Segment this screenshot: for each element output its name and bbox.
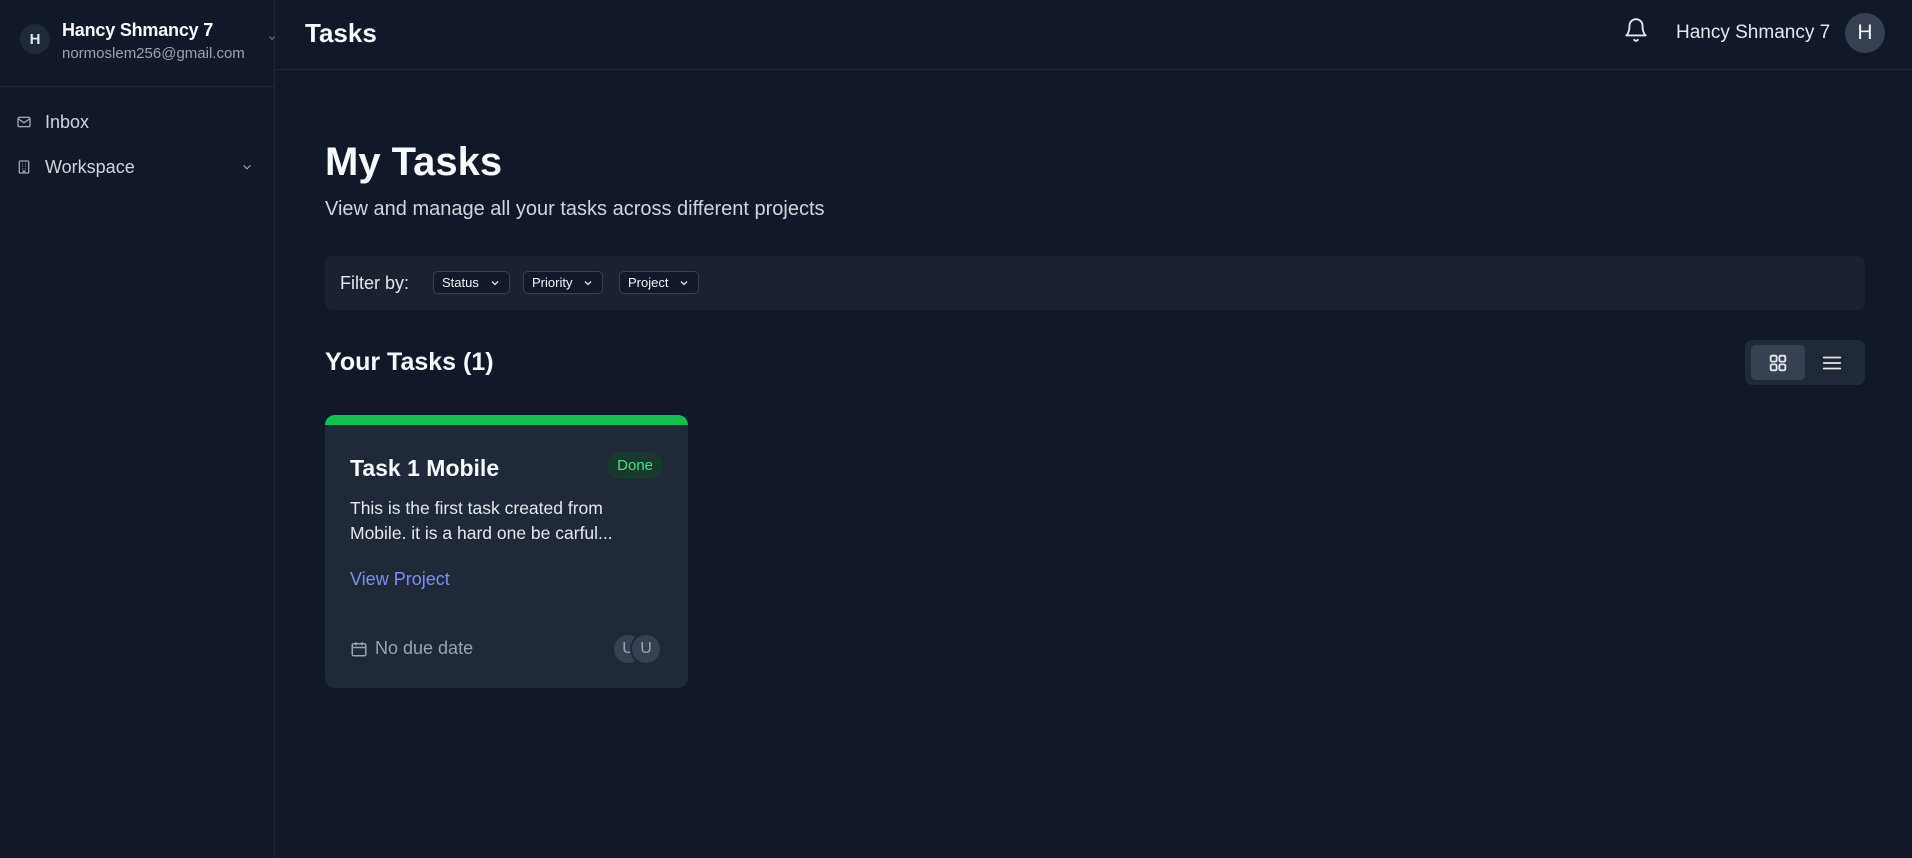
chevron-down-icon (681, 280, 688, 285)
due-date: No due date (350, 638, 473, 659)
task-title: Task 1 Mobile (350, 455, 500, 481)
task-description: This is the first task created from Mobi… (350, 498, 613, 543)
list-icon (1822, 356, 1842, 369)
filter-bar: Filter by: Status Priority Project (325, 256, 1865, 310)
chevron-down-icon[interactable] (240, 160, 254, 174)
chevron-down-icon (491, 280, 499, 285)
building-icon (18, 160, 30, 174)
view-project-link[interactable]: View Project (350, 569, 450, 590)
header-title: Tasks (305, 18, 377, 48)
status-filter-select[interactable]: Status (433, 271, 510, 294)
sidebar-item-label: Inbox (45, 111, 90, 132)
task-card[interactable]: Task 1 Mobile Done This is the first tas… (325, 415, 688, 688)
priority-filter-select[interactable]: Priority (523, 271, 604, 294)
avatar[interactable]: H (1845, 13, 1885, 53)
account-avatar: H (20, 24, 50, 54)
filter-label: Filter by: (340, 273, 410, 293)
chevron-down-icon (269, 36, 275, 41)
project-filter-select[interactable]: Project (619, 271, 700, 294)
calendar-icon (351, 641, 367, 656)
chevron-down-icon (585, 280, 592, 285)
tasks-heading: Your Tasks (1) (325, 348, 494, 376)
sidebar-item-label: Workspace (45, 156, 135, 177)
account-email: normoslem256@gmail.com (62, 45, 245, 62)
priority-filter-label: Priority (532, 275, 573, 290)
page-subtitle: View and manage all your tasks across di… (325, 198, 825, 220)
top-header: Tasks Hancy Shmancy 7 H (276, 0, 1912, 70)
grid-view-button[interactable] (1751, 345, 1805, 380)
header-user-name[interactable]: Hancy Shmancy 7 (1676, 22, 1830, 44)
sidebar: H Hancy Shmancy 7 normoslem256@gmail.com… (0, 0, 275, 858)
due-date-text: No due date (375, 638, 474, 658)
sidebar-item-workspace[interactable]: Workspace (0, 147, 275, 187)
assignee-stack: U U (612, 633, 664, 665)
grid-icon (1769, 354, 1787, 371)
status-color-bar (325, 415, 688, 425)
mail-icon (17, 116, 31, 128)
project-filter-label: Project (628, 275, 669, 290)
bell-icon[interactable] (1623, 17, 1649, 43)
account-name: Hancy Shmancy 7 (62, 20, 214, 40)
view-toggle (1745, 340, 1865, 385)
status-badge: Done (607, 452, 663, 479)
account-switcher[interactable]: H Hancy Shmancy 7 normoslem256@gmail.com (0, 0, 275, 87)
sidebar-item-inbox[interactable]: Inbox (0, 102, 275, 142)
page-title: My Tasks (325, 140, 503, 184)
list-view-button[interactable] (1805, 345, 1859, 380)
assignee-avatar[interactable]: U (630, 633, 662, 665)
status-filter-label: Status (442, 275, 479, 290)
